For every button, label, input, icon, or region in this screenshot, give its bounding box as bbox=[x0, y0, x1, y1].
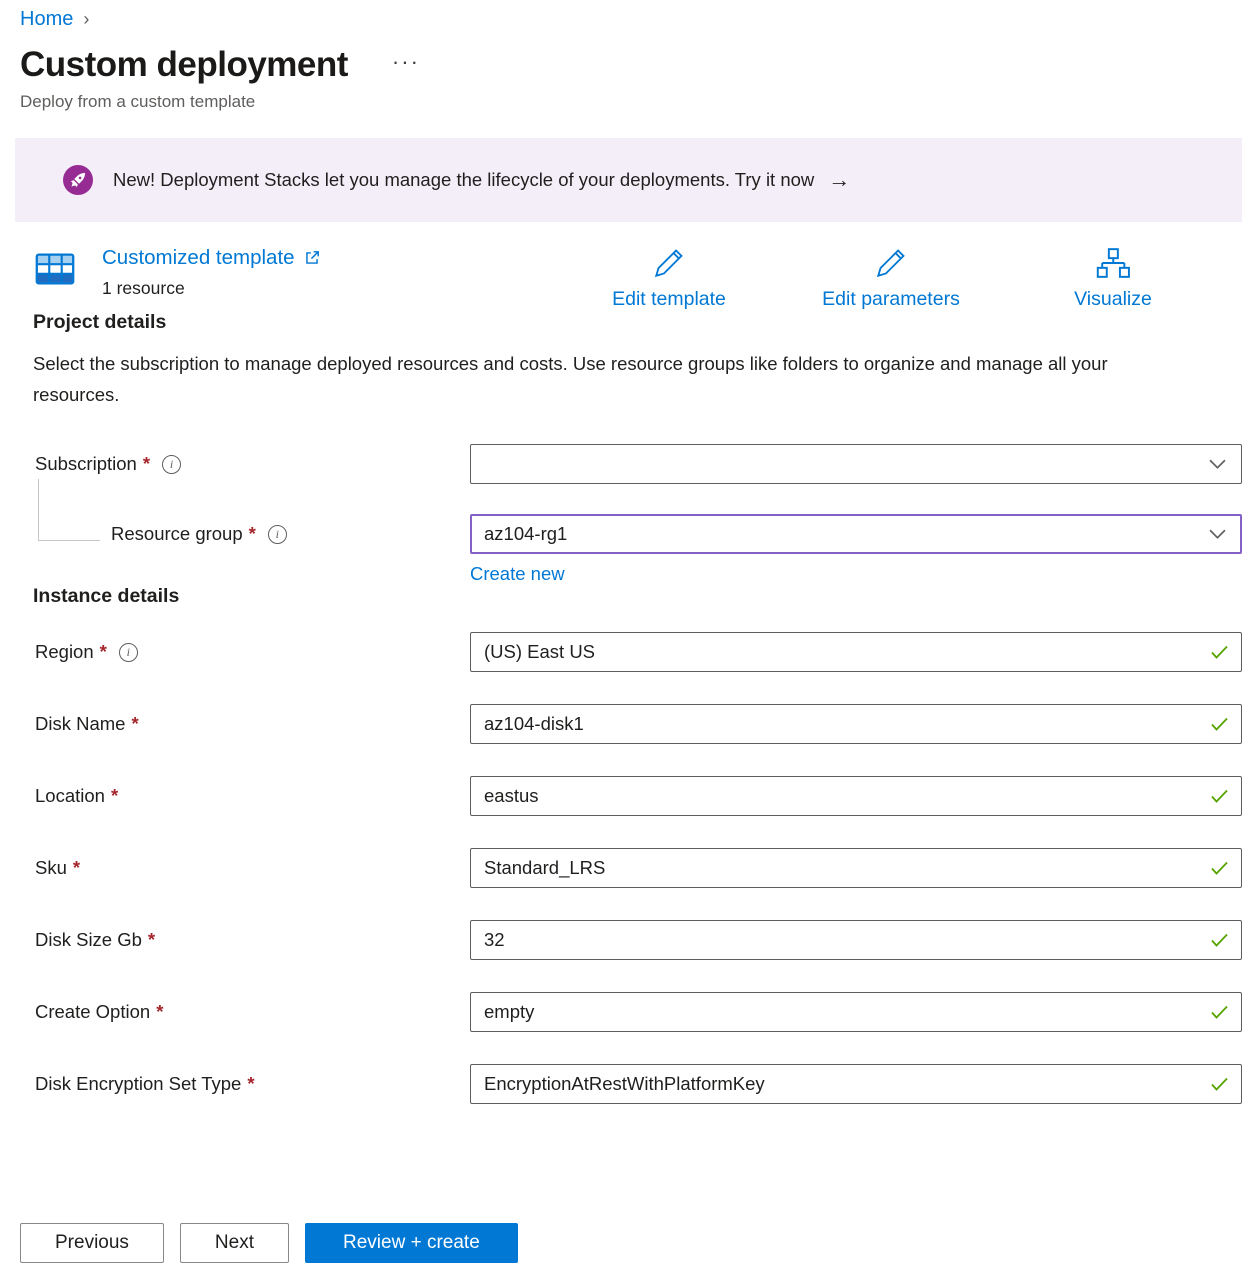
resource-group-label: Resource group bbox=[111, 523, 243, 545]
valid-check-icon bbox=[1210, 789, 1229, 803]
chevron-down-icon[interactable] bbox=[1209, 529, 1226, 540]
more-options-button[interactable]: ··· bbox=[392, 49, 420, 75]
required-asterisk: * bbox=[247, 1073, 254, 1095]
edit-template-label: Edit template bbox=[612, 288, 726, 311]
review-create-button[interactable]: Review + create bbox=[305, 1223, 518, 1263]
valid-check-icon bbox=[1210, 645, 1229, 659]
subscription-dropdown[interactable] bbox=[470, 444, 1242, 484]
pencil-icon bbox=[652, 246, 686, 280]
disk-name-label: Disk Name bbox=[35, 713, 125, 735]
sku-row: Sku * bbox=[35, 848, 1242, 888]
footer-action-bar: Previous Next Review + create bbox=[0, 1206, 1253, 1280]
customized-template-link[interactable]: Customized template bbox=[102, 246, 321, 270]
disk-name-row: Disk Name * bbox=[35, 704, 1242, 744]
create-new-link[interactable]: Create new bbox=[470, 563, 565, 585]
custom-deployment-page: Home › Custom deployment ··· Deploy from… bbox=[0, 0, 1253, 1104]
location-label: Location bbox=[35, 785, 105, 807]
page-subtitle: Deploy from a custom template bbox=[20, 92, 1242, 112]
info-icon[interactable]: i bbox=[119, 643, 138, 662]
required-asterisk: * bbox=[131, 713, 138, 735]
required-asterisk: * bbox=[111, 785, 118, 807]
visualize-label: Visualize bbox=[1074, 288, 1152, 311]
required-asterisk: * bbox=[143, 453, 150, 475]
sku-input[interactable] bbox=[470, 848, 1242, 888]
next-button[interactable]: Next bbox=[180, 1223, 289, 1263]
resource-group-dropdown[interactable] bbox=[470, 514, 1242, 554]
resource-group-input[interactable] bbox=[470, 514, 1242, 554]
previous-button[interactable]: Previous bbox=[20, 1223, 164, 1263]
edit-parameters-label: Edit parameters bbox=[822, 288, 960, 311]
chevron-down-icon[interactable] bbox=[1209, 459, 1226, 470]
subscription-input[interactable] bbox=[470, 444, 1242, 484]
visualize-icon bbox=[1095, 246, 1131, 280]
valid-check-icon bbox=[1210, 1077, 1229, 1091]
valid-check-icon bbox=[1210, 1005, 1229, 1019]
info-icon[interactable]: i bbox=[162, 455, 181, 474]
subscription-label-cell: Subscription * i bbox=[35, 453, 470, 475]
disk-size-row: Disk Size Gb * bbox=[35, 920, 1242, 960]
edit-template-button[interactable]: Edit template bbox=[589, 246, 749, 311]
tree-connector-line bbox=[38, 479, 100, 541]
disk-encryption-set-type-input[interactable] bbox=[470, 1064, 1242, 1104]
subscription-row: Subscription * i bbox=[35, 444, 1242, 484]
banner-link[interactable]: New! Deployment Stacks let you manage th… bbox=[113, 167, 850, 193]
info-icon[interactable]: i bbox=[268, 525, 287, 544]
arrow-right-icon: → bbox=[828, 167, 850, 193]
region-row: Region * i bbox=[35, 632, 1242, 672]
subscription-label: Subscription bbox=[35, 453, 137, 475]
required-asterisk: * bbox=[100, 641, 107, 663]
disk-encryption-set-type-label: Disk Encryption Set Type bbox=[35, 1073, 241, 1095]
resource-count: 1 resource bbox=[102, 278, 321, 299]
required-asterisk: * bbox=[249, 523, 256, 545]
template-info: Customized template 1 resource bbox=[102, 246, 321, 299]
breadcrumb-home-link[interactable]: Home bbox=[20, 8, 73, 31]
template-actions: Edit template Edit parameters Visualize bbox=[589, 246, 1242, 311]
pencil-icon bbox=[874, 246, 908, 280]
create-option-label: Create Option bbox=[35, 1001, 150, 1023]
region-label: Region bbox=[35, 641, 94, 663]
disk-size-label: Disk Size Gb bbox=[35, 929, 142, 951]
instance-details-heading: Instance details bbox=[33, 585, 1242, 608]
template-link-label: Customized template bbox=[102, 246, 295, 270]
resource-group-label-cell: Resource group * i bbox=[35, 523, 470, 545]
title-row: Custom deployment ··· bbox=[20, 45, 1242, 85]
breadcrumb: Home › bbox=[20, 8, 1242, 31]
banner-text: New! Deployment Stacks let you manage th… bbox=[113, 169, 814, 191]
visualize-button[interactable]: Visualize bbox=[1033, 246, 1193, 311]
required-asterisk: * bbox=[148, 929, 155, 951]
page-title: Custom deployment bbox=[20, 45, 348, 85]
region-input[interactable] bbox=[470, 632, 1242, 672]
breadcrumb-separator: › bbox=[83, 9, 89, 30]
valid-check-icon bbox=[1210, 717, 1229, 731]
deployment-stacks-banner: New! Deployment Stacks let you manage th… bbox=[15, 138, 1242, 222]
required-asterisk: * bbox=[73, 857, 80, 879]
edit-parameters-button[interactable]: Edit parameters bbox=[811, 246, 971, 311]
location-row: Location * bbox=[35, 776, 1242, 816]
location-input[interactable] bbox=[470, 776, 1242, 816]
create-option-row: Create Option * bbox=[35, 992, 1242, 1032]
disk-encryption-set-type-row: Disk Encryption Set Type * bbox=[35, 1064, 1242, 1104]
valid-check-icon bbox=[1210, 861, 1229, 875]
rocket-icon bbox=[63, 165, 93, 195]
valid-check-icon bbox=[1210, 933, 1229, 947]
template-row: Customized template 1 resource Edit temp… bbox=[20, 246, 1242, 311]
required-asterisk: * bbox=[156, 1001, 163, 1023]
disk-name-input[interactable] bbox=[470, 704, 1242, 744]
disk-size-input[interactable] bbox=[470, 920, 1242, 960]
template-icon bbox=[32, 246, 78, 297]
project-details-description: Select the subscription to manage deploy… bbox=[33, 348, 1183, 410]
external-link-icon bbox=[303, 249, 321, 267]
create-option-input[interactable] bbox=[470, 992, 1242, 1032]
project-details-heading: Project details bbox=[33, 311, 1242, 334]
resource-group-row: Resource group * i bbox=[35, 514, 1242, 554]
sku-label: Sku bbox=[35, 857, 67, 879]
